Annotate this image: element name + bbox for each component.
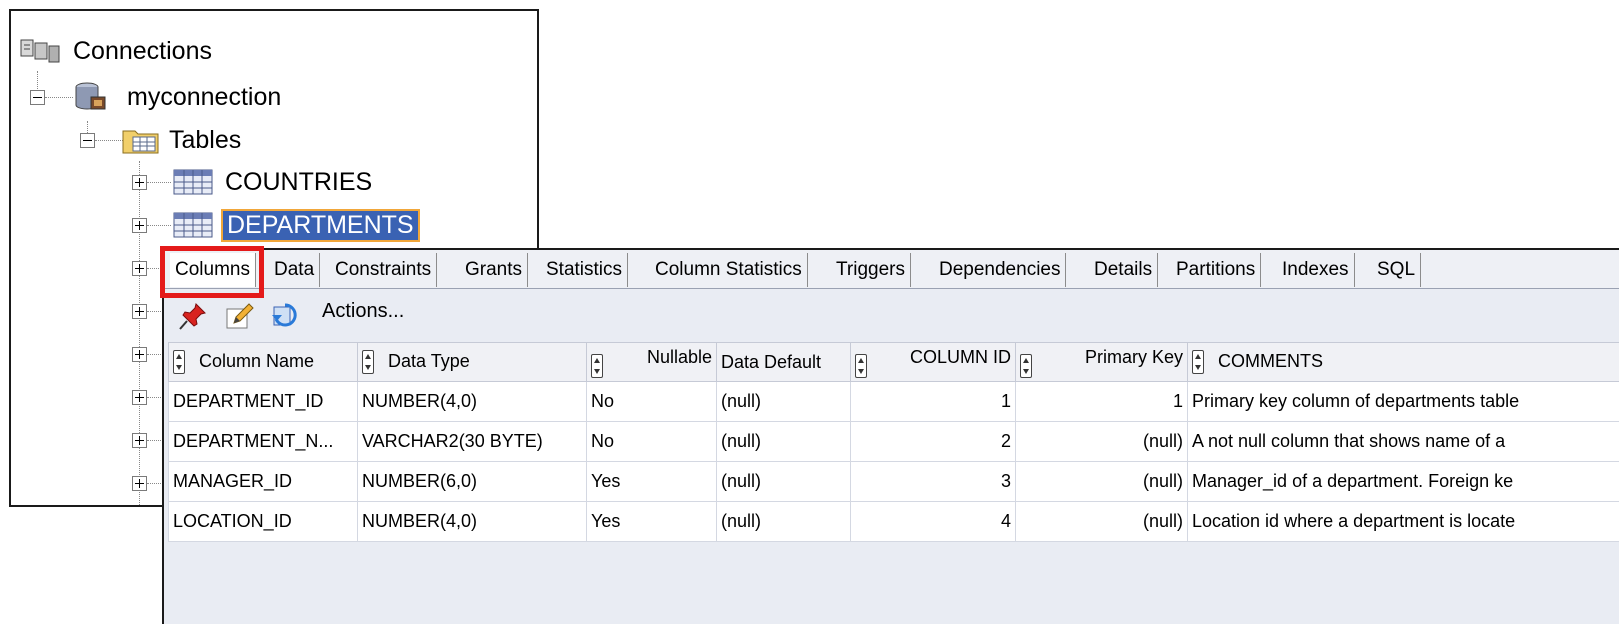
expand-toggle[interactable]: [132, 218, 147, 233]
cell-column-id[interactable]: 3: [850, 461, 1016, 502]
tree-node-myconnection[interactable]: myconnection: [73, 79, 285, 115]
column-header[interactable]: Column Name: [168, 342, 358, 382]
highlight-box: [160, 246, 264, 298]
tab-data[interactable]: Data: [269, 253, 321, 287]
tree-node-departments[interactable]: DEPARTMENTS: [173, 207, 420, 243]
table-row[interactable]: DEPARTMENT_ID NUMBER(4,0) No (null) 1 1 …: [168, 381, 1619, 422]
folder-icon: [122, 130, 159, 154]
expand-toggle[interactable]: [132, 347, 147, 362]
table-icon: [173, 212, 213, 238]
cell-column-name[interactable]: LOCATION_ID: [168, 501, 358, 542]
cell-data-default[interactable]: (null): [716, 421, 851, 462]
cell-column-name[interactable]: MANAGER_ID: [168, 461, 358, 502]
tree-node-countries[interactable]: COUNTRIES: [173, 164, 376, 200]
toolbar: Actions...: [164, 290, 1619, 340]
tab-partitions[interactable]: Partitions: [1171, 253, 1262, 287]
expand-toggle[interactable]: [132, 261, 147, 276]
tree-node-tables[interactable]: Tables: [121, 122, 245, 158]
tab-grants[interactable]: Grants: [460, 253, 529, 287]
refresh-icon[interactable]: [270, 301, 300, 331]
cell-data-default[interactable]: (null): [716, 461, 851, 502]
column-header[interactable]: Data Type: [357, 342, 587, 382]
cell-primary-key[interactable]: (null): [1015, 501, 1188, 542]
cell-column-id[interactable]: 2: [850, 421, 1016, 462]
cell-nullable[interactable]: Yes: [586, 461, 717, 502]
column-header[interactable]: Data Default: [716, 342, 851, 382]
tree-node-label: Tables: [169, 125, 242, 154]
collapse-toggle[interactable]: [30, 90, 45, 105]
cell-primary-key[interactable]: (null): [1015, 421, 1188, 462]
collapse-toggle[interactable]: [80, 133, 95, 148]
tree-node-label: myconnection: [127, 82, 282, 111]
cell-comments[interactable]: Location id where a department is locate: [1187, 501, 1619, 542]
connections-icon: [20, 39, 60, 63]
table-row[interactable]: DEPARTMENT_N... VARCHAR2(30 BYTE) No (nu…: [168, 421, 1619, 462]
sort-icon[interactable]: [1192, 350, 1204, 374]
cell-nullable[interactable]: No: [586, 421, 717, 462]
cell-primary-key[interactable]: (null): [1015, 461, 1188, 502]
cell-column-id[interactable]: 4: [850, 501, 1016, 542]
cell-column-name[interactable]: DEPARTMENT_ID: [168, 381, 358, 422]
tab-column-statistics[interactable]: Column Statistics: [650, 253, 808, 287]
database-connection-icon: [75, 82, 106, 110]
cell-comments[interactable]: A not null column that shows name of a: [1187, 421, 1619, 462]
sort-icon[interactable]: [855, 353, 867, 378]
table-row[interactable]: LOCATION_ID NUMBER(4,0) Yes (null) 4 (nu…: [168, 501, 1619, 542]
tree-node-label: Connections: [73, 36, 212, 65]
cell-data-type[interactable]: NUMBER(6,0): [357, 461, 587, 502]
cell-comments[interactable]: Manager_id of a department. Foreign ke: [1187, 461, 1619, 502]
actions-menu[interactable]: Actions...: [322, 300, 404, 323]
tab-dependencies[interactable]: Dependencies: [934, 253, 1067, 287]
expand-toggle[interactable]: [132, 304, 147, 319]
tab-bar: Columns Data Constraints Grants Statisti…: [164, 250, 1619, 289]
expand-toggle[interactable]: [132, 476, 147, 491]
sort-icon[interactable]: [1020, 353, 1032, 378]
cell-data-default[interactable]: (null): [716, 501, 851, 542]
tab-triggers[interactable]: Triggers: [831, 253, 911, 287]
tab-sql[interactable]: SQL: [1372, 253, 1422, 287]
expand-toggle[interactable]: [132, 390, 147, 405]
tree-node-connections[interactable]: Connections: [19, 33, 216, 69]
tab-statistics[interactable]: Statistics: [541, 253, 629, 287]
cell-comments[interactable]: Primary key column of departments table: [1187, 381, 1619, 422]
pin-icon[interactable]: [178, 301, 208, 331]
column-header[interactable]: Primary Key: [1015, 342, 1188, 382]
column-header[interactable]: COMMENTS: [1187, 342, 1619, 382]
tree-node-label: COUNTRIES: [225, 167, 373, 196]
sort-icon[interactable]: [173, 350, 185, 374]
tree-node-label-selected: DEPARTMENTS: [221, 208, 420, 242]
tab-constraints[interactable]: Constraints: [330, 253, 438, 287]
table-detail-panel: Columns Data Constraints Grants Statisti…: [162, 248, 1619, 624]
cell-column-name[interactable]: DEPARTMENT_N...: [168, 421, 358, 462]
sort-icon[interactable]: [362, 350, 374, 374]
cell-primary-key[interactable]: 1: [1015, 381, 1188, 422]
cell-data-type[interactable]: NUMBER(4,0): [357, 381, 587, 422]
tab-indexes[interactable]: Indexes: [1277, 253, 1355, 287]
tab-details[interactable]: Details: [1089, 253, 1159, 287]
expand-toggle[interactable]: [132, 433, 147, 448]
edit-icon[interactable]: [224, 301, 254, 331]
table-row[interactable]: MANAGER_ID NUMBER(6,0) Yes (null) 3 (nul…: [168, 461, 1619, 502]
grid-header-row: Column Name Data Type Nullable Data Defa…: [168, 342, 1619, 382]
cell-data-type[interactable]: NUMBER(4,0): [357, 501, 587, 542]
cell-nullable[interactable]: No: [586, 381, 717, 422]
column-header[interactable]: COLUMN ID: [850, 342, 1016, 382]
cell-column-id[interactable]: 1: [850, 381, 1016, 422]
sort-icon[interactable]: [591, 353, 603, 378]
table-icon: [173, 169, 213, 195]
cell-data-type[interactable]: VARCHAR2(30 BYTE): [357, 421, 587, 462]
expand-toggle[interactable]: [132, 175, 147, 190]
columns-grid: Column Name Data Type Nullable Data Defa…: [168, 342, 1619, 542]
cell-nullable[interactable]: Yes: [586, 501, 717, 542]
column-header[interactable]: Nullable: [586, 342, 717, 382]
cell-data-default[interactable]: (null): [716, 381, 851, 422]
